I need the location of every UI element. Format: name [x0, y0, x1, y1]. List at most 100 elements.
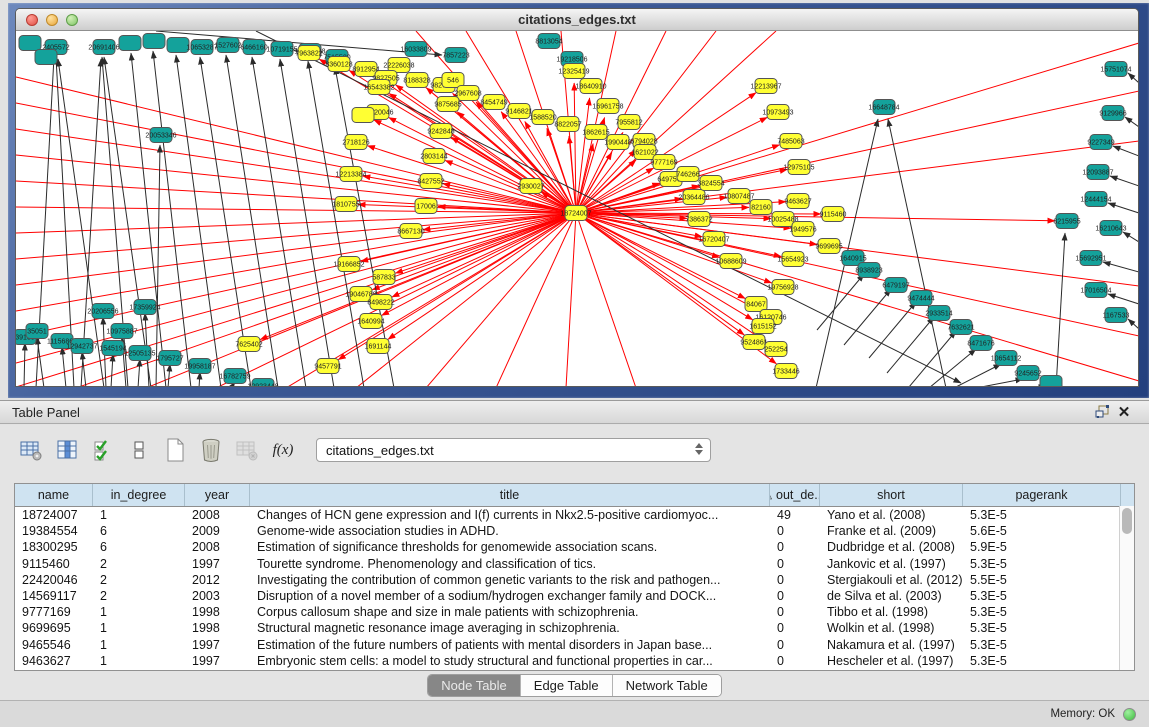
delete-column-trash-icon[interactable] — [196, 435, 226, 465]
table-row[interactable]: 1456911722003Disruption of a novel membe… — [15, 588, 1134, 604]
graph-node[interactable]: 16033809 — [400, 42, 431, 57]
graph-node[interactable]: 20206556 — [87, 304, 118, 319]
graph-node[interactable]: 8938923 — [855, 263, 882, 278]
close-panel-icon[interactable]: ✕ — [1113, 403, 1135, 421]
graph-node[interactable] — [143, 34, 165, 49]
table-row[interactable]: 1938455462009Genome-wide association stu… — [15, 523, 1134, 539]
graph-node[interactable]: 16210643 — [1095, 221, 1126, 236]
float-panel-icon[interactable] — [1091, 403, 1113, 421]
select-columns-icon[interactable] — [88, 435, 118, 465]
graph-node[interactable] — [1040, 376, 1062, 387]
graph-node[interactable]: 35051 — [26, 324, 48, 339]
graph-node[interactable]: 10653287 — [186, 40, 217, 55]
graph-node[interactable]: 20691406 — [88, 40, 119, 55]
graph-node[interactable]: 9463627 — [784, 194, 811, 209]
graph-node[interactable]: 8813054 — [535, 34, 562, 49]
graph-node[interactable] — [352, 108, 374, 123]
table-row[interactable]: 2242004622012Investigating the contribut… — [15, 572, 1134, 588]
graph-node[interactable]: 7625402 — [235, 337, 262, 352]
graph-node[interactable]: 9227349 — [1087, 135, 1114, 150]
graph-node[interactable]: 2933514 — [925, 306, 952, 321]
graph-node[interactable]: 19166852 — [333, 257, 364, 272]
table-row[interactable]: 969969511998Structural magnetic resonanc… — [15, 620, 1134, 636]
graph-node[interactable]: 12213384 — [335, 167, 366, 182]
table-row[interactable]: 977716911998Corpus callosum shape and si… — [15, 604, 1134, 620]
graph-node[interactable]: 8215955 — [1053, 214, 1080, 229]
table-row[interactable]: 911546021997Tourette syndrome. Phenomeno… — [15, 556, 1134, 572]
graph-node[interactable]: 2718126 — [342, 135, 369, 150]
graph-node[interactable]: 9777169 — [650, 155, 677, 170]
graph-node[interactable]: 1810755 — [332, 197, 359, 212]
graph-node[interactable]: 7386372 — [685, 212, 712, 227]
graph-node[interactable]: 7955812 — [615, 115, 642, 130]
table-selector-dropdown[interactable]: citations_edges.txt — [316, 438, 711, 462]
graph-node[interactable]: 1949576 — [789, 222, 816, 237]
graph-node[interactable]: 10973493 — [762, 105, 793, 120]
graph-node[interactable]: 12444154 — [1080, 192, 1111, 207]
graph-node[interactable]: 9242848 — [427, 124, 454, 139]
graph-node[interactable]: 1615152 — [749, 319, 776, 334]
tab-node-table[interactable]: Node Table — [428, 675, 521, 696]
graph-node[interactable]: 1862615 — [582, 125, 609, 140]
graph-node[interactable]: 10688609 — [715, 254, 746, 269]
graph-node[interactable]: 7485063 — [777, 134, 804, 149]
graph-node[interactable]: 8454749 — [480, 95, 507, 110]
table-row[interactable]: 1830029562008Estimation of significance … — [15, 539, 1134, 555]
table-row[interactable]: 946362711997Embryonic stem cells: a mode… — [15, 653, 1134, 669]
graph-node[interactable]: 15751074 — [1100, 62, 1131, 77]
graph-node[interactable]: 1733446 — [772, 364, 799, 379]
row-height-icon[interactable] — [124, 435, 154, 465]
graph-node[interactable]: 9699695 — [815, 239, 842, 254]
graph-node[interactable]: 1990448 — [604, 135, 631, 150]
column-header-pagerank[interactable]: pagerank — [963, 484, 1121, 506]
graph-node[interactable]: 19756928 — [767, 280, 798, 295]
graph-node[interactable]: 9115460 — [820, 207, 847, 222]
graph-node[interactable]: 10654112 — [991, 351, 1022, 366]
graph-node[interactable]: 1691144 — [365, 339, 392, 354]
graph-node[interactable]: 12213967 — [750, 79, 781, 94]
graph-node[interactable]: 12975105 — [783, 160, 814, 175]
column-header-name[interactable]: name — [15, 484, 93, 506]
graph-node[interactable]: 16720407 — [698, 232, 729, 247]
column-header-in_degree[interactable]: in_degree — [93, 484, 185, 506]
graph-node[interactable]: 9129966 — [1099, 106, 1126, 121]
graph-node[interactable]: 17006 — [415, 199, 437, 214]
graph-node[interactable] — [19, 36, 41, 51]
window-titlebar[interactable]: citations_edges.txt — [16, 9, 1138, 31]
new-document-icon[interactable] — [160, 435, 190, 465]
scrollbar-thumb[interactable] — [1122, 508, 1132, 534]
column-header-year[interactable]: year — [185, 484, 250, 506]
function-builder-icon[interactable]: f(x) — [268, 435, 298, 465]
graph-node[interactable]: 15692951 — [1075, 251, 1106, 266]
graph-node[interactable]: 17016504 — [1080, 283, 1111, 298]
graph-node[interactable]: 82160 — [750, 200, 772, 215]
graph-node[interactable] — [35, 50, 57, 65]
graph-node[interactable]: 20364486 — [678, 190, 709, 205]
graph-node[interactable]: 1527602 — [214, 38, 241, 53]
graph-node[interactable]: 10719155 — [266, 42, 297, 57]
graph-node[interactable]: 16961758 — [592, 99, 623, 114]
graph-node[interactable]: 587833 — [372, 270, 395, 285]
network-graph[interactable]: 1872400724055722069140610653287152760264… — [16, 31, 1138, 386]
graph-node[interactable]: 19958187 — [184, 359, 215, 374]
graph-node[interactable]: 8471676 — [967, 336, 994, 351]
graph-node[interactable]: 12325419 — [558, 64, 589, 79]
graph-node[interactable]: 12093887 — [1082, 165, 1113, 180]
graph-node[interactable]: 1640994 — [357, 314, 384, 329]
graph-node[interactable]: 20053346 — [145, 128, 176, 143]
graph-node[interactable]: 746266 — [676, 167, 699, 182]
table-row[interactable]: 946554611997Estimation of the future num… — [15, 637, 1134, 653]
column-header-out_de[interactable]: △out_de... — [770, 484, 820, 506]
graph-node[interactable]: 12942737 — [66, 339, 97, 354]
network-canvas[interactable]: 1872400724055722069140610653287152760264… — [16, 31, 1138, 386]
graph-node[interactable]: 10975887 — [106, 324, 137, 339]
graph-node[interactable]: 16648784 — [868, 100, 899, 115]
graph-node[interactable]: 1167533 — [1103, 308, 1130, 323]
graph-node[interactable]: 12505135 — [124, 346, 155, 361]
graph-node[interactable]: 9474444 — [907, 291, 934, 306]
graph-node[interactable]: 252254 — [764, 342, 787, 357]
graph-node[interactable]: 7857223 — [442, 48, 469, 63]
table-scrollbar[interactable] — [1119, 506, 1134, 670]
graph-node[interactable]: 8667130 — [397, 224, 424, 239]
graph-node[interactable]: 16782759 — [219, 369, 250, 384]
